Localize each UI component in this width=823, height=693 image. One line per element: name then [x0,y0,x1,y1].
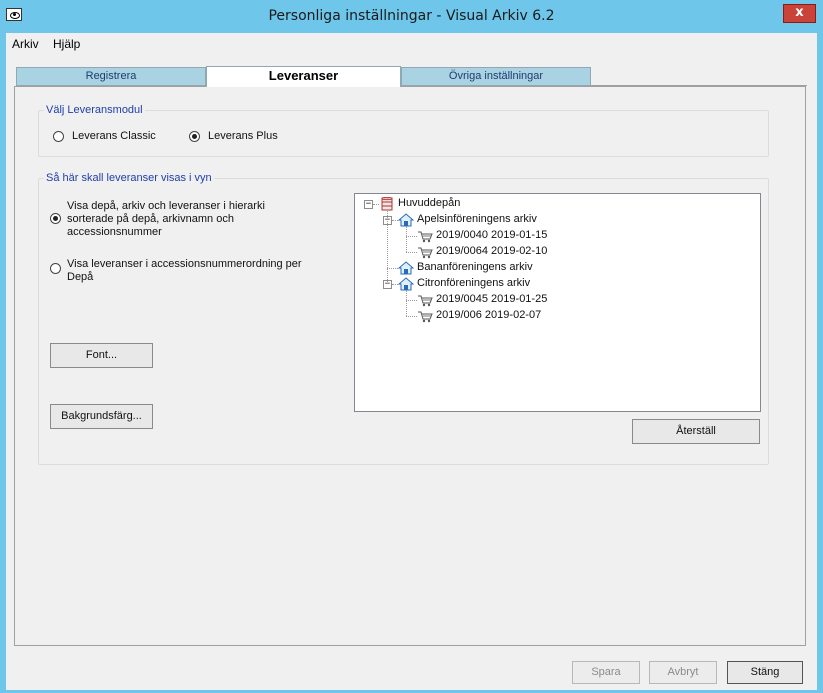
tree-node-depot[interactable]: Huvuddepån [398,196,460,211]
radio-label-leverans-classic[interactable]: Leverans Classic [72,130,156,143]
cart-icon [417,245,433,259]
tree-node-delivery[interactable]: 2019/006 2019-02-07 [436,308,541,323]
close-window-button[interactable]: x [783,4,816,23]
menu-bar [6,33,817,53]
tree-node-archive[interactable]: Apelsinföreningens arkiv [417,212,537,227]
radio-accession-order-view[interactable] [50,263,61,274]
house-icon [397,277,415,291]
tab-ovriga-installningar[interactable]: Övriga inställningar [401,67,591,86]
tree-connector [406,236,417,237]
tree-node-delivery[interactable]: 2019/0064 2019-02-10 [436,244,547,259]
delivery-tree-preview[interactable] [354,193,761,412]
tree-connector [406,252,417,253]
tab-registrera[interactable]: Registrera [16,67,206,86]
menu-arkiv[interactable]: Arkiv [12,37,39,51]
view-group-title: Så här skall leveranser visas i vyn [44,172,214,184]
tree-node-archive[interactable]: Bananföreningens arkiv [417,260,533,275]
background-color-button[interactable]: Bakgrundsfärg... [50,404,153,429]
radio-label-hierarchy-view[interactable]: Visa depå, arkiv och leveranser i hierar… [67,200,282,239]
radio-label-accession-order-view[interactable]: Visa leveranser i accessionsnummerordnin… [67,258,302,284]
tree-connector [406,300,417,301]
tab-strip-filler [591,67,807,86]
tree-node-archive[interactable]: Citronföreningens arkiv [417,276,530,291]
cancel-button[interactable]: Avbryt [649,661,717,684]
tree-connector [387,211,388,284]
cart-icon [417,309,433,323]
tree-node-delivery[interactable]: 2019/0045 2019-01-25 [436,292,547,307]
close-button[interactable]: Stäng [727,661,803,684]
menu-hjalp[interactable]: Hjälp [53,37,80,51]
tree-expander-root[interactable]: − [364,200,373,209]
module-group-title: Välj Leveransmodul [44,104,145,116]
radio-hierarchy-view[interactable] [50,213,61,224]
tree-connector [406,290,407,316]
tree-connector [387,268,398,269]
radio-leverans-plus[interactable] [189,131,200,142]
cart-icon [417,293,433,307]
cart-icon [417,229,433,243]
tree-connector [406,226,407,252]
tree-connector [406,316,417,317]
save-button[interactable]: Spara [572,661,640,684]
database-icon [379,196,395,211]
radio-label-leverans-plus[interactable]: Leverans Plus [208,130,278,143]
window-title: Personliga inställningar - Visual Arkiv … [268,8,555,24]
house-icon [397,213,415,227]
tree-node-delivery[interactable]: 2019/0040 2019-01-15 [436,228,547,243]
house-icon [397,261,415,275]
reset-button[interactable]: Återställ [632,419,760,444]
radio-leverans-classic[interactable] [53,131,64,142]
font-button[interactable]: Font... [50,343,153,368]
tab-leveranser[interactable]: Leveranser [206,66,401,87]
